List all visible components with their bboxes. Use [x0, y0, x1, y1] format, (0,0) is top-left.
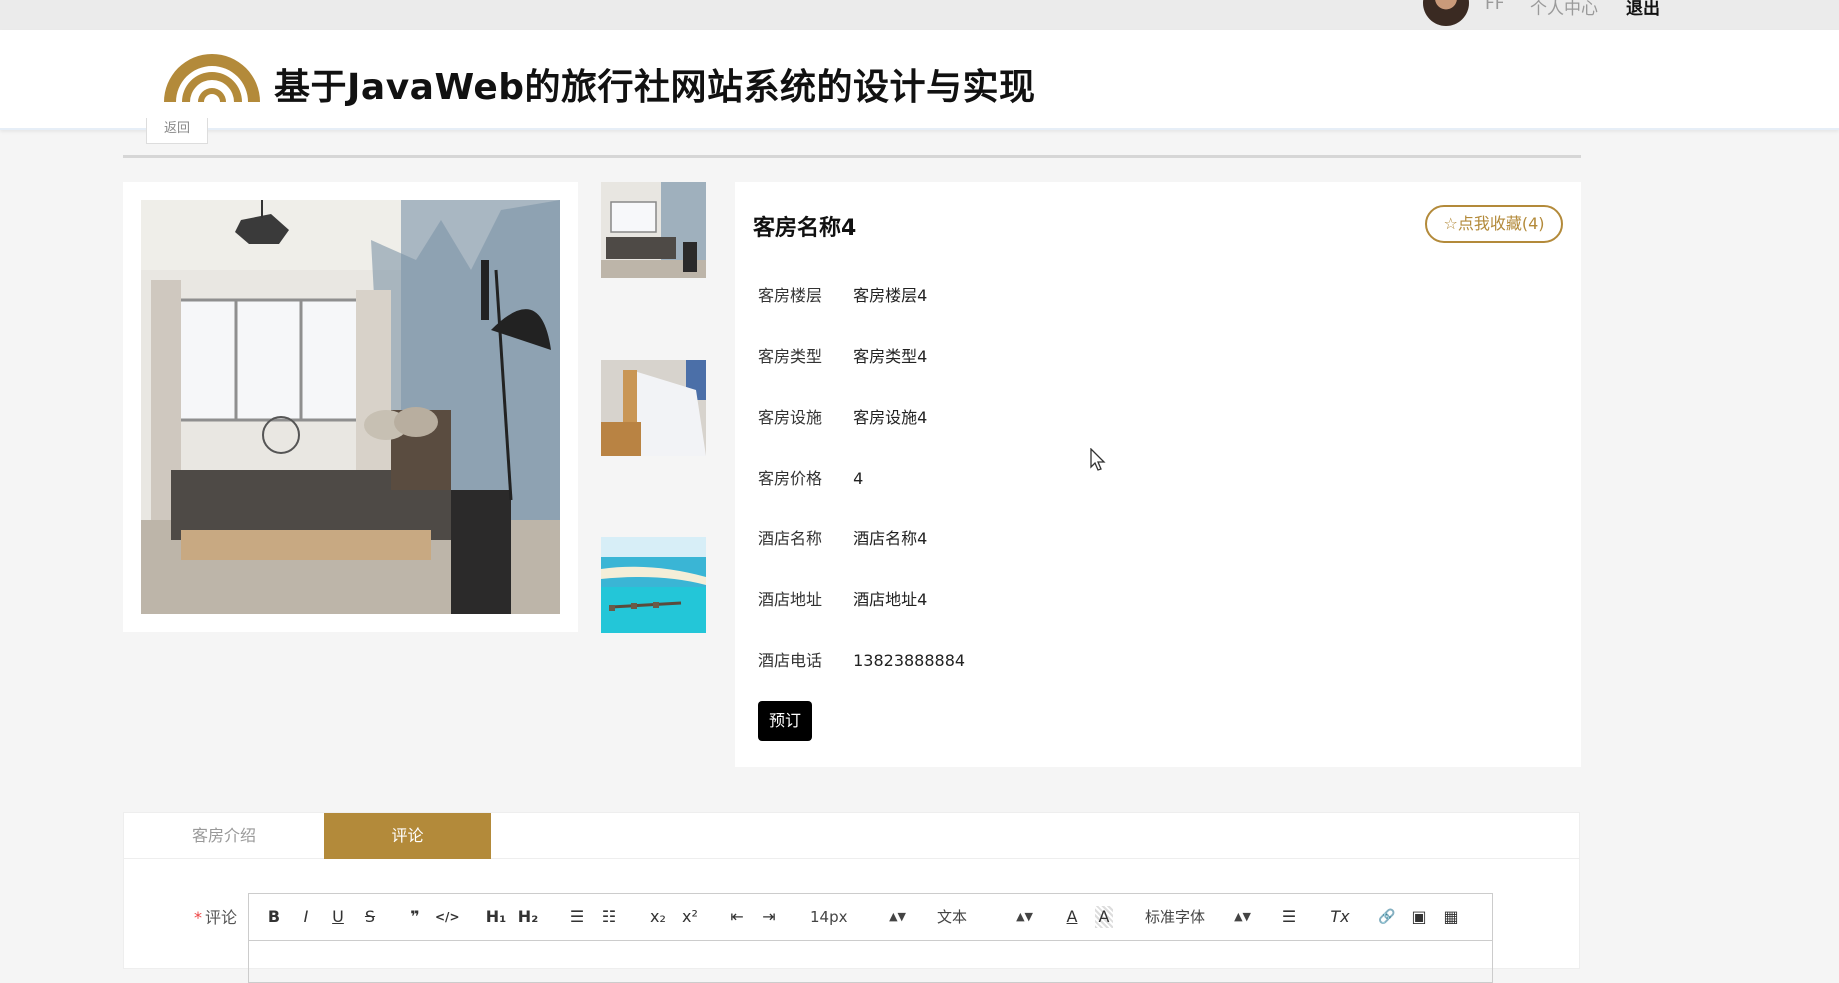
superscript-icon[interactable]: x²: [679, 906, 701, 928]
h2-icon[interactable]: H₂: [517, 906, 539, 928]
site-title: 基于JavaWeb的旅行社网站系统的设计与实现: [274, 67, 1036, 108]
mouse-cursor-icon: [1090, 448, 1106, 471]
field-label: 客房类型: [758, 347, 823, 366]
room-thumbnail-1[interactable]: [601, 182, 706, 278]
bold-icon[interactable]: B: [265, 906, 283, 928]
logout-link[interactable]: 退出: [1626, 0, 1660, 19]
field-label: 酒店电话: [758, 651, 823, 670]
field-label: 客房设施: [758, 408, 823, 427]
text-color-icon[interactable]: A: [1063, 906, 1081, 928]
h1-icon[interactable]: H₁: [485, 906, 507, 928]
site-logo-icon: [164, 54, 260, 102]
format-value: 文本: [937, 908, 968, 926]
select-arrows-icon: ▲▼: [1234, 910, 1251, 923]
tabs-card: 客房介绍 评论 * 评论 B I U S ❞ </> H₁ H₂ ☰ ☷ x₂ x…: [123, 812, 1580, 983]
indent-icon[interactable]: ⇥: [759, 906, 779, 928]
tab-comment[interactable]: 评论: [324, 813, 491, 859]
book-button[interactable]: 预订: [758, 701, 812, 741]
top-bar: FF 个人中心 退出: [0, 0, 1839, 30]
user-avatar[interactable]: [1423, 0, 1469, 26]
back-button[interactable]: 返回: [146, 118, 208, 144]
main-image-card: [123, 182, 578, 632]
comment-label-text: 评论: [205, 908, 238, 927]
bullet-list-icon[interactable]: ☷: [599, 906, 619, 928]
field-facilities: 客房设施 客房设施4: [758, 404, 927, 428]
field-label: 客房楼层: [758, 286, 823, 305]
field-label: 酒店地址: [758, 590, 823, 609]
outdent-icon[interactable]: ⇤: [727, 906, 747, 928]
field-value: 客房设施4: [853, 408, 928, 427]
format-select[interactable]: 文本 ▲▼: [937, 906, 1033, 928]
font-family-select[interactable]: 标准字体 ▲▼: [1145, 906, 1251, 928]
field-label: 酒店名称: [758, 529, 823, 548]
field-floor: 客房楼层 客房楼层4: [758, 282, 927, 306]
field-value: 13823888884: [853, 651, 966, 670]
code-icon[interactable]: </>: [435, 906, 460, 928]
field-value: 酒店名称4: [853, 529, 928, 548]
image-icon[interactable]: ▣: [1409, 906, 1429, 928]
link-icon[interactable]: 🔗: [1377, 906, 1397, 928]
font-size-value: 14px: [810, 908, 848, 926]
field-hotel-phone: 酒店电话 13823888884: [758, 647, 965, 671]
strike-icon[interactable]: S: [361, 906, 379, 928]
tab-room-intro[interactable]: 客房介绍: [124, 813, 324, 859]
quote-icon[interactable]: ❞: [405, 906, 425, 928]
align-icon[interactable]: ☰: [1279, 906, 1299, 928]
field-value: 酒店地址4: [853, 590, 928, 609]
clear-format-icon[interactable]: Tx: [1329, 906, 1351, 928]
field-hotel-name: 酒店名称 酒店名称4: [758, 525, 927, 549]
subscript-icon[interactable]: x₂: [647, 906, 669, 928]
room-thumbnail-3[interactable]: [601, 537, 706, 633]
field-label: 客房价格: [758, 469, 823, 488]
favorite-button[interactable]: ☆点我收藏(4): [1425, 205, 1563, 243]
field-value: 客房类型4: [853, 347, 928, 366]
field-value: 客房楼层4: [853, 286, 928, 305]
background-color-icon[interactable]: A: [1095, 906, 1113, 928]
room-main-image: [141, 200, 560, 614]
comment-label: * 评论: [194, 904, 237, 928]
underline-icon[interactable]: U: [329, 906, 347, 928]
italic-icon[interactable]: I: [297, 906, 315, 928]
comment-editor[interactable]: B I U S ❞ </> H₁ H₂ ☰ ☷ x₂ x² ⇤ ⇥ 14px ▲▼…: [248, 893, 1493, 983]
field-price: 客房价格 4: [758, 465, 863, 489]
field-hotel-address: 酒店地址 酒店地址4: [758, 586, 927, 610]
ordered-list-icon[interactable]: ☰: [567, 906, 587, 928]
font-size-select[interactable]: 14px ▲▼: [810, 906, 906, 928]
field-value: 4: [853, 469, 864, 488]
tab-bar: 客房介绍 评论: [124, 813, 1579, 859]
field-type: 客房类型 客房类型4: [758, 343, 927, 367]
room-info-card: 客房名称4 ☆点我收藏(4) 客房楼层 客房楼层4 客房类型 客房类型4 客房设…: [735, 182, 1581, 767]
user-name[interactable]: FF: [1485, 0, 1505, 14]
room-title: 客房名称4: [753, 216, 857, 241]
font-family-value: 标准字体: [1145, 908, 1206, 926]
select-arrows-icon: ▲▼: [889, 910, 906, 923]
divider: [123, 155, 1581, 158]
personal-center-link[interactable]: 个人中心: [1530, 0, 1598, 19]
select-arrows-icon: ▲▼: [1016, 910, 1033, 923]
site-header: 基于JavaWeb的旅行社网站系统的设计与实现: [0, 30, 1839, 130]
required-mark: *: [194, 908, 202, 927]
video-icon[interactable]: ▦: [1441, 906, 1461, 928]
editor-toolbar: B I U S ❞ </> H₁ H₂ ☰ ☷ x₂ x² ⇤ ⇥ 14px ▲▼…: [249, 894, 1492, 941]
room-thumbnail-2[interactable]: [601, 360, 706, 456]
